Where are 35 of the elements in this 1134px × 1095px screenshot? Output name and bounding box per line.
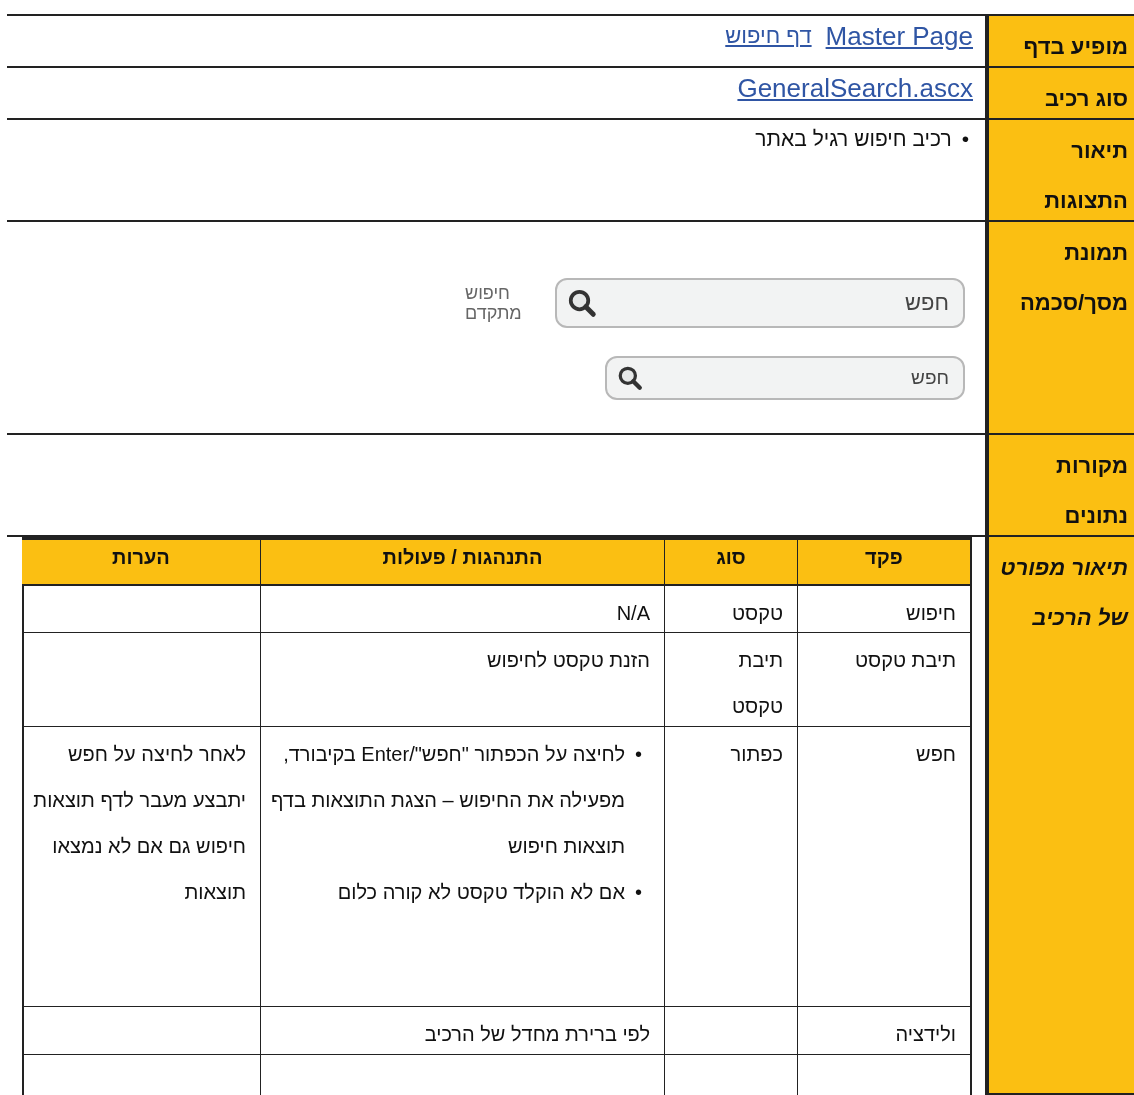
link[interactable]: Master Page — [825, 19, 973, 53]
advanced-search-link[interactable]: חיפוש מתקדם — [465, 283, 545, 323]
table-cell: חיפוש — [906, 602, 956, 624]
bullet-marker: • — [961, 126, 969, 152]
search-field[interactable]: חפש — [555, 278, 965, 328]
row-label: תמונת מסך/סכמה — [1019, 240, 1128, 315]
search-icon[interactable] — [617, 365, 643, 391]
table-cell-text: תיבת טקסט — [730, 648, 783, 719]
row-label: תיאור התצוגות — [1044, 138, 1128, 213]
table-cell: N/A — [616, 602, 650, 624]
table-cell: תיבת טקסט — [855, 649, 956, 671]
row-label: סוג רכיב — [1044, 86, 1128, 111]
table-cell-text: לאחר לחיצה על חפש יתבצע מעבר לדף תוצאות חיפוש גם אם לא נמצאו תוצאות — [32, 742, 246, 905]
search-field[interactable]: חפש — [605, 356, 965, 400]
row-label: מקורות נתונים — [1056, 453, 1128, 528]
table-cell: הזנת טקסט לחיפוש — [486, 649, 650, 671]
column-header: הערות — [22, 540, 260, 586]
column-header: פקד — [797, 540, 970, 586]
column-header: התנהגות / פעולות — [260, 540, 664, 586]
bullet-item: רכיב חיפוש רגיל באתר — [755, 126, 952, 152]
bullet-item: אם לא הוקלד טקסט לא קורה כלום — [337, 880, 625, 905]
table-cell: חפש — [916, 743, 956, 765]
bullet-marker: • — [635, 742, 642, 767]
table-cell: לפי ברירת מחדל של הרכיב — [424, 1023, 650, 1045]
link[interactable]: דף חיפוש — [725, 19, 812, 53]
row-label: תיאור מפורט של הרכיב — [1000, 555, 1128, 630]
search-icon[interactable] — [567, 288, 597, 318]
bullet-item: לחיצה על הכפתור "חפש"/Enter בקיבורד, מפעילה את החיפוש – הצגת התוצאות בדף תוצאות חיפוש — [269, 742, 625, 859]
table-cell: ולידציה — [895, 1023, 956, 1045]
column-header: סוג — [664, 540, 797, 586]
link[interactable]: GeneralSearch.ascx — [737, 71, 973, 105]
table-cell-text: טקסט — [730, 601, 783, 626]
table-cell-text: כפתור — [729, 742, 783, 767]
row-label: מופיע בדף — [1023, 34, 1128, 59]
bullet-marker: • — [635, 880, 642, 905]
